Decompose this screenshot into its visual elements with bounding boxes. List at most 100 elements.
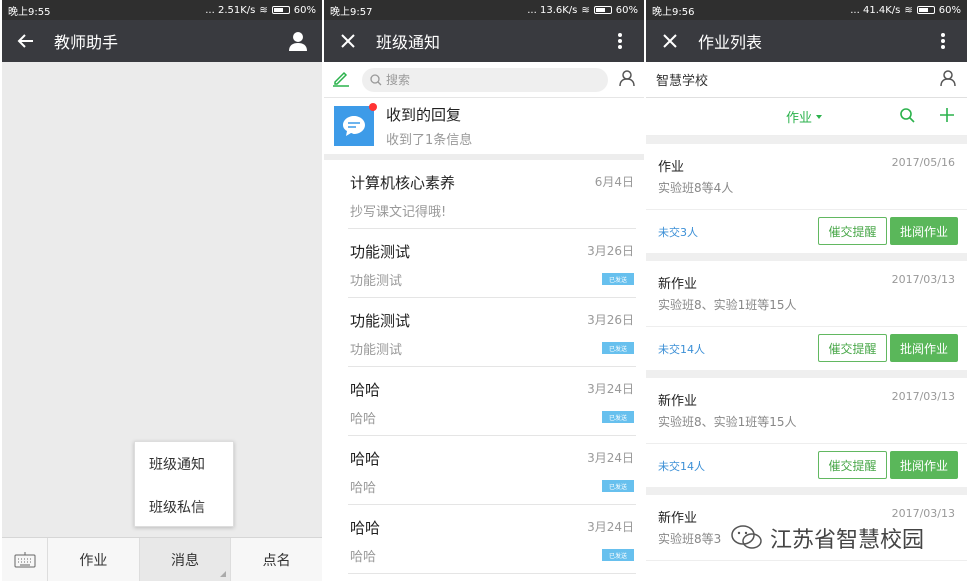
search-input[interactable]: 搜索 [362, 67, 608, 92]
keyboard-toggle[interactable] [2, 538, 48, 581]
submenu-corner-icon [220, 571, 227, 577]
search-icon[interactable] [899, 107, 915, 127]
notice-date: 3月24日 [587, 520, 634, 534]
network-speed: ... 41.4K/s [850, 4, 901, 16]
battery-icon [271, 6, 290, 14]
compose-pencil-icon[interactable] [332, 69, 350, 91]
message-popup-menu: 班级通知 班级私信 [134, 441, 234, 527]
notice-preview: 功能测试 [350, 274, 403, 289]
user-icon[interactable] [939, 69, 957, 91]
status-bar: 晚上9:55 ... 2.51K/s ≋ 60% [2, 0, 322, 20]
homework-title: 作业 [658, 160, 685, 175]
notice-date: 3月24日 [587, 382, 634, 396]
review-homework-button[interactable]: 批阅作业 [890, 451, 958, 479]
sent-status-badge: 已发送 [602, 411, 634, 423]
notice-preview: 哈哈 [350, 550, 377, 565]
wifi-icon: ≋ [259, 4, 268, 16]
not-submitted-count[interactable]: 未交14人 [658, 341, 705, 357]
homework-classes: 实验班8等3 [658, 532, 722, 546]
notice-title: 功能测试 [350, 312, 411, 330]
close-icon[interactable] [336, 29, 360, 53]
status-time: 晚上9:55 [8, 6, 51, 18]
network-speed: ... 2.51K/s [205, 4, 256, 16]
user-icon[interactable] [618, 69, 636, 91]
battery-level: 60% [615, 4, 638, 16]
homework-card[interactable]: 新作业 实验班8、实验1班等15人 2017/03/13 未交14人 催交提醒 批阅作业 [646, 261, 967, 370]
network-speed: ... 13.6K/s [527, 4, 578, 16]
homework-classes: 实验班8、实验1班等15人 [658, 298, 797, 312]
notice-title: 哈哈 [350, 381, 381, 399]
menu-messages-label: 消息 [171, 552, 199, 569]
notice-list-item[interactable]: 哈哈 哈哈 3月24日 已发送 [348, 367, 636, 436]
reply-title: 收到的回复 [386, 106, 462, 124]
notice-date: 6月4日 [594, 175, 634, 189]
watermark: 江苏省智慧校园 [730, 522, 924, 554]
notice-preview: 功能测试 [350, 343, 403, 358]
menu-item-class-notice[interactable]: 班级通知 [135, 442, 233, 485]
homework-card[interactable]: 作业实验班8等4人 2017/05/16 未交3人 催交提醒 批阅作业 [646, 144, 967, 253]
status-time: 晚上9:57 [330, 6, 373, 18]
menu-item-class-private-message[interactable]: 班级私信 [135, 485, 233, 528]
filter-label: 作业 [786, 111, 813, 126]
notice-preview: 抄写课文记得哦! [350, 205, 447, 220]
reply-chat-icon [334, 103, 377, 146]
notice-list-item[interactable]: 哈哈 哈哈 3月24日 已发送 [348, 436, 636, 505]
page-title: 班级通知 [376, 33, 441, 52]
title-bar: 教师助手 [2, 20, 322, 62]
watermark-text: 江苏省智慧校园 [770, 528, 925, 553]
sent-status-badge: 已发送 [602, 549, 634, 561]
review-homework-button[interactable]: 批阅作业 [890, 334, 958, 362]
add-icon[interactable] [939, 107, 955, 127]
homework-filter-dropdown[interactable]: 作业 [786, 107, 823, 126]
status-bar: 晚上9:56 ... 41.4K/s ≋ 60% [646, 0, 967, 20]
more-vertical-icon[interactable] [931, 29, 955, 53]
notice-list-item[interactable]: 功能测试 功能测试 3月26日 已发送 [348, 298, 636, 367]
bottom-menu-bar: 作业 消息 点名 [2, 537, 322, 581]
title-bar: 班级通知 [324, 20, 644, 62]
homework-list-screen: 晚上9:56 ... 41.4K/s ≋ 60% 作业列表 智慧学校 作业 作业… [646, 0, 967, 581]
remind-submit-button[interactable]: 催交提醒 [818, 217, 887, 245]
battery-level: 60% [938, 4, 961, 16]
homework-classes: 实验班8等4人 [658, 181, 734, 195]
sent-status-badge: 已发送 [602, 480, 634, 492]
close-icon[interactable] [658, 29, 682, 53]
notice-title: 哈哈 [350, 450, 381, 468]
wechat-logo-icon [731, 525, 762, 549]
menu-roll-call[interactable]: 点名 [231, 538, 322, 581]
notice-date: 3月26日 [587, 244, 634, 258]
more-vertical-icon[interactable] [608, 29, 632, 53]
notice-list-item[interactable]: 功能测试 功能测试 3月26日 已发送 [348, 229, 636, 298]
notice-list-item[interactable]: 计算机核心素养 抄写课文记得哦! 6月4日 [348, 160, 636, 229]
school-row: 智慧学校 [646, 62, 967, 98]
not-submitted-count[interactable]: 未交14人 [658, 458, 705, 474]
profile-icon[interactable] [286, 29, 310, 53]
homework-date: 2017/03/13 [891, 507, 955, 520]
not-submitted-count[interactable]: 未交3人 [658, 224, 698, 240]
remind-submit-button[interactable]: 催交提醒 [818, 451, 887, 479]
homework-card-header: 新作业 实验班8、实验1班等15人 2017/03/13 [646, 261, 967, 327]
homework-card-header: 作业实验班8等4人 2017/05/16 [646, 144, 967, 210]
notice-date: 3月26日 [587, 313, 634, 327]
wifi-icon: ≋ [904, 4, 913, 16]
sent-status-badge: 已发送 [602, 342, 634, 354]
notice-list-item[interactable]: 哈哈 哈哈 3月24日 已发送 [348, 505, 636, 574]
sent-status-badge: 已发送 [602, 273, 634, 285]
reply-subtitle: 收到了1条信息 [386, 133, 473, 148]
homework-list: 作业 实验班8等4人 2017/05/16 未交3人 催交提醒 批阅作业 新作业 实验班8、实… [646, 144, 967, 581]
homework-date: 2017/05/16 [891, 156, 955, 169]
menu-messages[interactable]: 消息 [139, 538, 232, 581]
page-title: 作业列表 [698, 33, 763, 52]
notice-preview: 哈哈 [350, 481, 377, 496]
back-arrow-icon[interactable] [14, 29, 38, 53]
notice-title: 功能测试 [350, 243, 411, 261]
menu-homework[interactable]: 作业 [48, 538, 140, 581]
homework-date: 2017/03/13 [891, 390, 955, 403]
search-icon [370, 73, 382, 85]
remind-submit-button[interactable]: 催交提醒 [818, 334, 887, 362]
homework-title: 新作业 [658, 511, 698, 526]
received-replies[interactable]: 收到的回复 收到了1条信息 [324, 98, 644, 160]
school-name: 智慧学校 [656, 74, 709, 89]
review-homework-button[interactable]: 批阅作业 [890, 217, 958, 245]
status-bar: 晚上9:57 ... 13.6K/s ≋ 60% [324, 0, 644, 20]
homework-card[interactable]: 新作业 实验班8、实验1班等15人 2017/03/13 未交14人 催交提醒 批阅作业 [646, 378, 967, 487]
